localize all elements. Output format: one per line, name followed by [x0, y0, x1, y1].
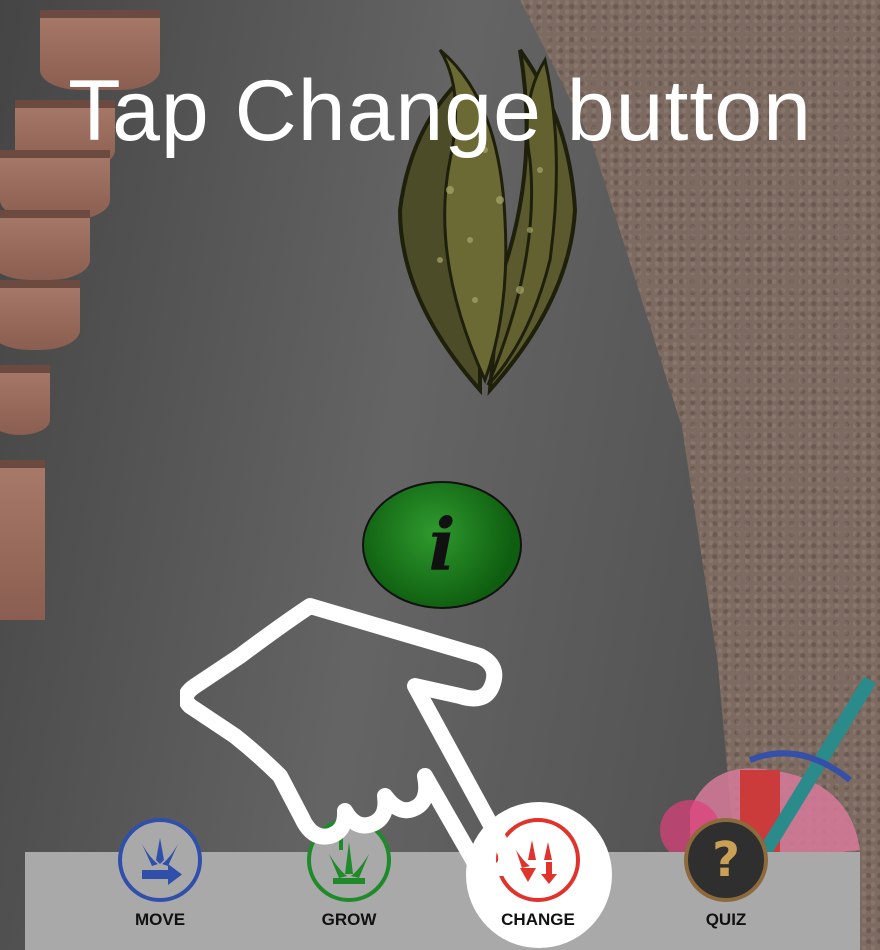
change-label: CHANGE	[501, 910, 575, 929]
flower-pot	[0, 460, 45, 620]
flower-pot	[0, 210, 90, 280]
quiz-button[interactable]: ? QUIZ	[651, 818, 801, 950]
info-button[interactable]: i	[362, 481, 522, 609]
cleaning-supplies	[660, 676, 876, 870]
info-icon: i	[428, 502, 456, 587]
grow-label: GROW	[321, 910, 377, 929]
quiz-icon: ?	[684, 818, 768, 902]
instruction-text: Tap Change button	[68, 63, 812, 159]
flower-pot	[0, 280, 80, 350]
flower-pot	[0, 365, 50, 435]
quiz-label: QUIZ	[705, 910, 747, 929]
pointing-hand-icon	[180, 598, 510, 876]
move-label: MOVE	[134, 910, 186, 929]
